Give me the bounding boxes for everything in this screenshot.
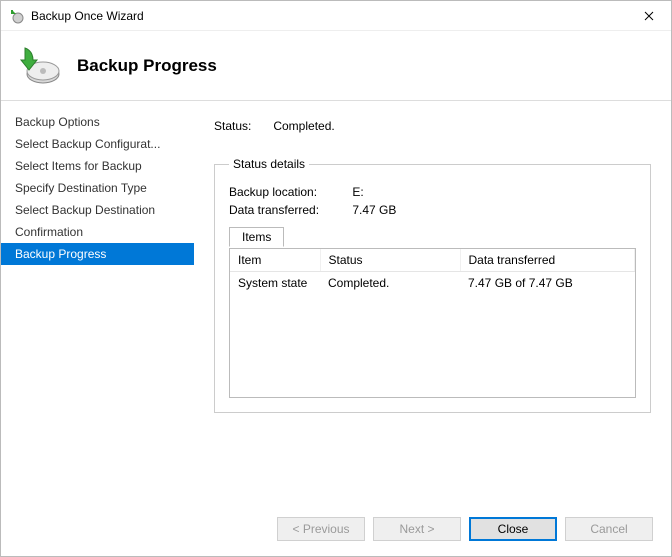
backup-location-row: Backup location: E:: [229, 185, 636, 199]
page-title: Backup Progress: [77, 56, 217, 76]
table-cell: Completed.: [320, 272, 460, 295]
wizard-header: Backup Progress: [1, 31, 671, 101]
items-listview[interactable]: Item Status Data transferred System stat…: [229, 248, 636, 398]
tab-items[interactable]: Items: [229, 227, 284, 247]
wizard-window: Backup Once Wizard Backup Progress Backu…: [0, 0, 672, 557]
window-title: Backup Once Wizard: [31, 9, 626, 23]
items-tabstrip: Items: [229, 227, 636, 249]
status-line: Status: Completed.: [214, 119, 651, 133]
sidebar-item[interactable]: Backup Progress: [1, 243, 194, 265]
wizard-body: Backup OptionsSelect Backup Configurat..…: [1, 101, 671, 502]
table-cell: 7.47 GB of 7.47 GB: [460, 272, 635, 295]
col-data-transferred[interactable]: Data transferred: [460, 249, 635, 272]
main-panel: Status: Completed. Status details Backup…: [194, 101, 671, 502]
sidebar-item[interactable]: Select Backup Destination: [1, 199, 194, 221]
next-button: Next >: [373, 517, 461, 541]
wizard-footer: < Previous Next > Close Cancel: [1, 502, 671, 556]
backup-location-label: Backup location:: [229, 185, 349, 199]
sidebar-item[interactable]: Select Backup Configurat...: [1, 133, 194, 155]
status-details-group: Status details Backup location: E: Data …: [214, 157, 651, 413]
table-cell: System state: [230, 272, 320, 295]
data-transferred-label: Data transferred:: [229, 203, 349, 217]
wizard-steps-sidebar: Backup OptionsSelect Backup Configurat..…: [1, 101, 194, 502]
sidebar-item[interactable]: Confirmation: [1, 221, 194, 243]
sidebar-item[interactable]: Backup Options: [1, 111, 194, 133]
backup-icon: [15, 42, 63, 90]
data-transferred-row: Data transferred: 7.47 GB: [229, 203, 636, 217]
table-row[interactable]: System stateCompleted.7.47 GB of 7.47 GB: [230, 272, 635, 295]
window-close-button[interactable]: [626, 1, 671, 31]
backup-location-value: E:: [352, 185, 363, 199]
data-transferred-value: 7.47 GB: [352, 203, 396, 217]
sidebar-item[interactable]: Select Items for Backup: [1, 155, 194, 177]
close-button[interactable]: Close: [469, 517, 557, 541]
status-label: Status:: [214, 119, 270, 133]
status-details-legend: Status details: [229, 157, 309, 171]
previous-button: < Previous: [277, 517, 365, 541]
titlebar: Backup Once Wizard: [1, 1, 671, 31]
status-value: Completed.: [273, 119, 334, 133]
col-status[interactable]: Status: [320, 249, 460, 272]
app-icon: [9, 8, 25, 24]
sidebar-item[interactable]: Specify Destination Type: [1, 177, 194, 199]
col-item[interactable]: Item: [230, 249, 320, 272]
cancel-button: Cancel: [565, 517, 653, 541]
